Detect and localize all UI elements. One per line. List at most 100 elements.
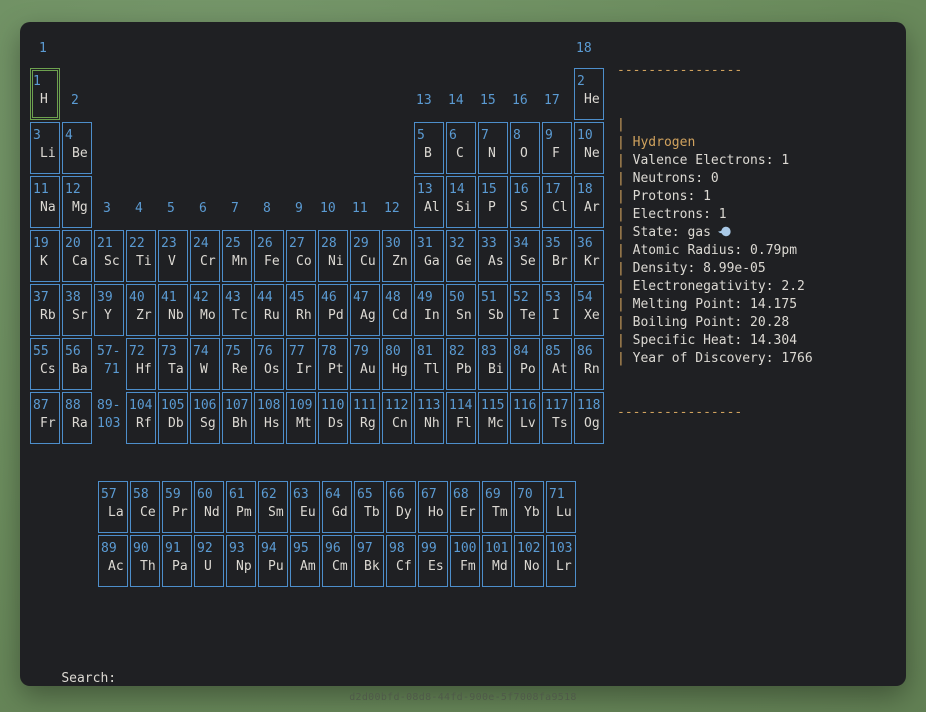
element-cell-Lr[interactable]: 103Lr [546,535,576,587]
element-cell-He[interactable]: 2He [574,68,604,120]
element-cell-Mg[interactable]: 12Mg [62,176,92,228]
element-cell-Ga[interactable]: 31Ga [414,230,444,282]
element-cell-Cu[interactable]: 29Cu [350,230,380,282]
element-cell-Rb[interactable]: 37Rb [30,284,60,336]
element-cell-Nd[interactable]: 60Nd [194,481,224,533]
element-cell-Be[interactable]: 4Be [62,122,92,174]
element-cell-Ac[interactable]: 89Ac [98,535,128,587]
element-cell-Cl[interactable]: 17Cl [542,176,572,228]
element-cell-Hf[interactable]: 72Hf [126,338,156,390]
element-cell-Yb[interactable]: 70Yb [514,481,544,533]
element-cell-Fl[interactable]: 114Fl [446,392,476,444]
element-cell-Co[interactable]: 27Co [286,230,316,282]
element-cell-Re[interactable]: 75Re [222,338,252,390]
element-cell-Md[interactable]: 101Md [482,535,512,587]
element-cell-Tc[interactable]: 43Tc [222,284,252,336]
element-cell-Cs[interactable]: 55Cs [30,338,60,390]
element-cell-Ca[interactable]: 20Ca [62,230,92,282]
element-cell-S[interactable]: 16S [510,176,540,228]
element-cell-K[interactable]: 19K [30,230,60,282]
element-cell-Ni[interactable]: 28Ni [318,230,348,282]
element-cell-F[interactable]: 9F [542,122,572,174]
element-cell-Pu[interactable]: 94Pu [258,535,288,587]
element-cell-Rg[interactable]: 111Rg [350,392,380,444]
element-cell-Lu[interactable]: 71Lu [546,481,576,533]
element-cell-Au[interactable]: 79Au [350,338,380,390]
element-cell-Xe[interactable]: 54Xe [574,284,604,336]
element-cell-O[interactable]: 8O [510,122,540,174]
element-cell-B[interactable]: 5B [414,122,444,174]
element-cell-Li[interactable]: 3Li [30,122,60,174]
element-cell-At[interactable]: 85At [542,338,572,390]
element-cell-Es[interactable]: 99Es [418,535,448,587]
element-cell-Ru[interactable]: 44Ru [254,284,284,336]
element-cell-Pr[interactable]: 59Pr [162,481,192,533]
element-cell-Pm[interactable]: 61Pm [226,481,256,533]
element-cell-Ag[interactable]: 47Ag [350,284,380,336]
element-cell-Rn[interactable]: 86Rn [574,338,604,390]
element-cell-Ra[interactable]: 88Ra [62,392,92,444]
element-cell-U[interactable]: 92U [194,535,224,587]
element-cell-N[interactable]: 7N [478,122,508,174]
element-cell-Bk[interactable]: 97Bk [354,535,384,587]
element-cell-Cr[interactable]: 24Cr [190,230,220,282]
element-cell-Pd[interactable]: 46Pd [318,284,348,336]
element-cell-W[interactable]: 74W [190,338,220,390]
element-cell-Mt[interactable]: 109Mt [286,392,316,444]
element-cell-Hg[interactable]: 80Hg [382,338,412,390]
element-cell-Sm[interactable]: 62Sm [258,481,288,533]
element-cell-Gd[interactable]: 64Gd [322,481,352,533]
element-cell-Ar[interactable]: 18Ar [574,176,604,228]
element-cell-Tb[interactable]: 65Tb [354,481,384,533]
element-cell-Lv[interactable]: 116Lv [510,392,540,444]
element-cell-Fm[interactable]: 100Fm [450,535,480,587]
element-cell-Nb[interactable]: 41Nb [158,284,188,336]
element-cell-Am[interactable]: 95Am [290,535,320,587]
element-cell-Y[interactable]: 39Y [94,284,124,336]
element-cell-H[interactable]: 1H [30,68,60,120]
element-cell-Pa[interactable]: 91Pa [162,535,192,587]
element-cell-Eu[interactable]: 63Eu [290,481,320,533]
element-cell-Dy[interactable]: 66Dy [386,481,416,533]
element-cell-Sb[interactable]: 51Sb [478,284,508,336]
element-cell-As[interactable]: 33As [478,230,508,282]
element-cell-Rf[interactable]: 104Rf [126,392,156,444]
element-cell-Sn[interactable]: 50Sn [446,284,476,336]
element-cell-C[interactable]: 6C [446,122,476,174]
element-cell-Zr[interactable]: 40Zr [126,284,156,336]
element-cell-Th[interactable]: 90Th [130,535,160,587]
element-cell-Cn[interactable]: 112Cn [382,392,412,444]
element-cell-Bi[interactable]: 83Bi [478,338,508,390]
element-cell-Sc[interactable]: 21Sc [94,230,124,282]
element-cell-Al[interactable]: 13Al [414,176,444,228]
element-cell-Er[interactable]: 68Er [450,481,480,533]
element-cell-Ne[interactable]: 10Ne [574,122,604,174]
element-cell-Fr[interactable]: 87Fr [30,392,60,444]
element-cell-Pb[interactable]: 82Pb [446,338,476,390]
element-cell-Sg[interactable]: 106Sg [190,392,220,444]
element-cell-Rh[interactable]: 45Rh [286,284,316,336]
element-cell-P[interactable]: 15P [478,176,508,228]
element-cell-Hs[interactable]: 108Hs [254,392,284,444]
element-cell-No[interactable]: 102No [514,535,544,587]
element-cell-Cd[interactable]: 48Cd [382,284,412,336]
element-cell-Nh[interactable]: 113Nh [414,392,444,444]
element-cell-Po[interactable]: 84Po [510,338,540,390]
search-input[interactable]: Search: [30,652,116,670]
element-cell-Ts[interactable]: 117Ts [542,392,572,444]
element-cell-Cm[interactable]: 96Cm [322,535,352,587]
element-cell-Ho[interactable]: 67Ho [418,481,448,533]
element-cell-Te[interactable]: 52Te [510,284,540,336]
element-cell-Db[interactable]: 105Db [158,392,188,444]
element-cell-La[interactable]: 57La [98,481,128,533]
element-cell-Og[interactable]: 118Og [574,392,604,444]
element-cell-Ba[interactable]: 56Ba [62,338,92,390]
element-cell-Np[interactable]: 93Np [226,535,256,587]
element-cell-Sr[interactable]: 38Sr [62,284,92,336]
element-cell-Tm[interactable]: 69Tm [482,481,512,533]
element-cell-Os[interactable]: 76Os [254,338,284,390]
element-cell-Se[interactable]: 34Se [510,230,540,282]
element-cell-Kr[interactable]: 36Kr [574,230,604,282]
element-cell-Br[interactable]: 35Br [542,230,572,282]
element-cell-Ir[interactable]: 77Ir [286,338,316,390]
